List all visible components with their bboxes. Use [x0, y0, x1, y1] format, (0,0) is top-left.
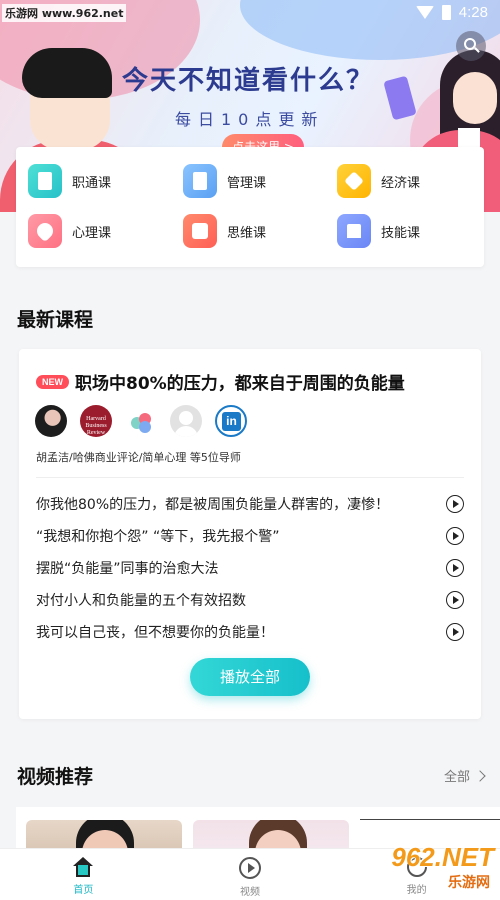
play-icon[interactable]: [446, 495, 464, 513]
category-grid: 职通课 管理课 经济课 心理课 思维课 技能课: [16, 147, 484, 267]
nav-label: 首页: [73, 885, 94, 896]
video-section-title: 视频推荐: [17, 766, 94, 788]
new-badge: NEW: [36, 374, 69, 389]
mentor-names: 胡孟洁/哈佛商业评论/简单心理 等5位导师: [36, 451, 241, 464]
puzzle-icon: [183, 214, 217, 248]
banner-subtitle: 每日10点更新: [175, 110, 325, 129]
category-item-economics[interactable]: 经济课: [337, 164, 420, 198]
lesson-item[interactable]: “我想和你抱个怨” “等下，我先报个警”: [36, 525, 464, 547]
lesson-title: 摆脱“负能量”同事的治愈大法: [36, 561, 219, 577]
document-icon: [183, 164, 217, 198]
category-item-management[interactable]: 管理课: [183, 164, 266, 198]
mentor-avatars: Harvard Business Review in: [35, 405, 247, 437]
course-title[interactable]: 职场中80%的压力，都来自于周围的负能量: [75, 369, 405, 394]
lesson-title: 你我他80%的压力，都是被周围负能量人群害的，凄惨！: [36, 497, 390, 513]
lesson-item[interactable]: 摆脱“负能量”同事的治愈大法: [36, 557, 464, 579]
category-label: 职通课: [72, 175, 112, 191]
man-illustration: [22, 48, 112, 98]
avatar[interactable]: [170, 405, 202, 437]
lesson-title: 我可以自己丧，但不想要你的负能量！: [36, 625, 274, 641]
home-icon: [72, 857, 94, 877]
site-watermark-logo: 962.NET 乐游网: [360, 842, 494, 898]
video-play-icon: [239, 857, 261, 879]
category-item-skills[interactable]: 技能课: [337, 214, 420, 248]
course-header: NEW 职场中80%的压力，都来自于周围的负能量: [36, 369, 405, 394]
category-item-career[interactable]: 职通课: [28, 164, 111, 198]
play-icon[interactable]: [446, 559, 464, 577]
avatar[interactable]: in: [215, 405, 247, 437]
play-icon[interactable]: [446, 591, 464, 609]
course-card[interactable]: NEW 职场中80%的压力，都来自于周围的负能量 Harvard Busines…: [19, 349, 481, 719]
avatar[interactable]: Harvard Business Review: [80, 405, 112, 437]
category-label: 思维课: [227, 225, 267, 241]
watermark-logo-subtext: 乐游网: [448, 875, 490, 891]
category-label: 心理课: [72, 225, 112, 241]
lesson-item[interactable]: 我可以自己丧，但不想要你的负能量！: [36, 621, 464, 643]
category-item-psychology[interactable]: 心理课: [28, 214, 111, 248]
phone-illustration: [383, 75, 417, 121]
play-icon[interactable]: [446, 527, 464, 545]
video-thumbnail[interactable]: [360, 819, 500, 820]
coin-icon: [337, 164, 371, 198]
site-watermark: 乐游网 www.962.net: [2, 4, 127, 22]
nav-home[interactable]: 首页: [0, 849, 167, 900]
see-all-label: 全部: [443, 770, 470, 785]
category-label: 技能课: [381, 225, 421, 241]
nav-label: 视频: [240, 887, 260, 898]
heart-icon: [28, 214, 62, 248]
status-time: 4:28: [458, 4, 488, 21]
lesson-title: 对付小人和负能量的五个有效招数: [36, 593, 246, 609]
search-button[interactable]: [456, 31, 486, 61]
see-all-link[interactable]: 全部: [443, 766, 486, 785]
avatar-logo-text: Harvard Business Review: [85, 416, 107, 436]
play-icon[interactable]: [446, 623, 464, 641]
banner-title: 今天不知道看什么？: [122, 66, 375, 96]
lesson-title: “我想和你抱个怨” “等下，我先报个警”: [36, 529, 280, 545]
upload-icon: [337, 214, 371, 248]
wifi-icon: [415, 6, 434, 19]
category-item-thinking[interactable]: 思维课: [183, 214, 266, 248]
play-all-button[interactable]: 播放全部: [190, 658, 310, 696]
category-label: 管理课: [227, 175, 267, 191]
woman-illustration: [453, 72, 497, 124]
linkedin-icon: in: [222, 412, 241, 431]
lesson-item[interactable]: 对付小人和负能量的五个有效招数: [36, 589, 464, 611]
category-label: 经济课: [381, 175, 421, 191]
watermark-logo-text: 962.NET: [391, 842, 494, 872]
divider: [36, 477, 464, 478]
chevron-right-icon: [474, 769, 486, 782]
status-indicators: 4:28: [415, 4, 488, 21]
avatar[interactable]: [125, 405, 157, 437]
avatar[interactable]: [35, 405, 67, 437]
nav-video[interactable]: 视频: [167, 849, 334, 900]
status-bar: 乐游网 www.962.net 4:28: [0, 0, 500, 26]
battery-icon: [441, 5, 451, 20]
lesson-item[interactable]: 你我他80%的压力，都是被周围负能量人群害的，凄惨！: [36, 493, 464, 515]
book-icon: [28, 164, 62, 198]
latest-section-title: 最新课程: [17, 309, 94, 331]
